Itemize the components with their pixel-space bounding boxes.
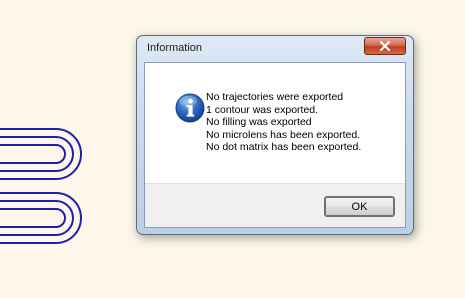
dialog-title: Information (147, 42, 203, 54)
dialog-message: No trajectories were exported 1 contour … (206, 91, 361, 154)
information-dialog: Information No trajectories were exporte… (136, 35, 414, 235)
dialog-titlebar[interactable]: Information (137, 36, 413, 62)
message-line: No trajectories were exported (206, 91, 344, 103)
message-line: No filling was exported (206, 116, 312, 128)
message-line: No microlens has been exported. (206, 128, 361, 141)
message-line: 1 contour was exported. (206, 103, 319, 116)
close-x-icon (380, 41, 390, 51)
message-line: No dot matrix has been exported. (206, 141, 362, 153)
hairpin-contour-icon (0, 192, 82, 244)
information-icon (175, 93, 205, 123)
dialog-body: No trajectories were exported 1 contour … (144, 62, 406, 228)
contour-shapes (0, 128, 82, 244)
dialog-footer: OK (145, 183, 405, 227)
close-button[interactable] (364, 37, 406, 55)
hairpin-contour-icon (0, 128, 82, 180)
ok-button[interactable]: OK (324, 196, 395, 217)
